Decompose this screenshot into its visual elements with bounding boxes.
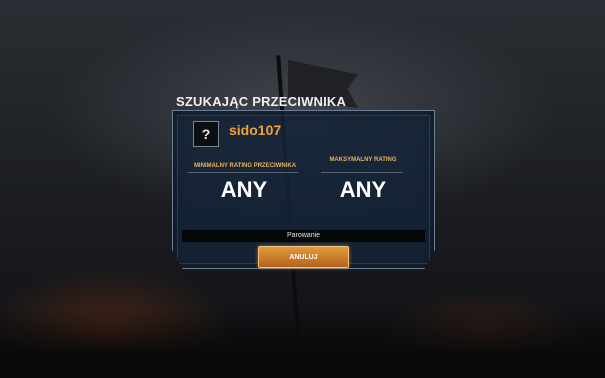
max-rating-value: ANY [339,177,387,202]
divider-left [188,172,298,173]
divider-right [321,172,403,173]
max-rating-label: MAKSYMALNY RATING [329,157,397,163]
status-bar: Parowanie [182,230,425,242]
min-rating-label: MINIMALNY RATING PRZECIWNIKA [193,163,297,169]
unknown-avatar-icon: ? [193,121,219,147]
dialog-title: SZUKAJĄC PRZECIWNIKA [176,94,347,109]
min-rating-value: ANY [220,177,268,202]
ground-shadow [0,308,605,378]
username: sido107 [229,122,282,138]
cancel-button[interactable]: ANULUJ [258,246,349,268]
